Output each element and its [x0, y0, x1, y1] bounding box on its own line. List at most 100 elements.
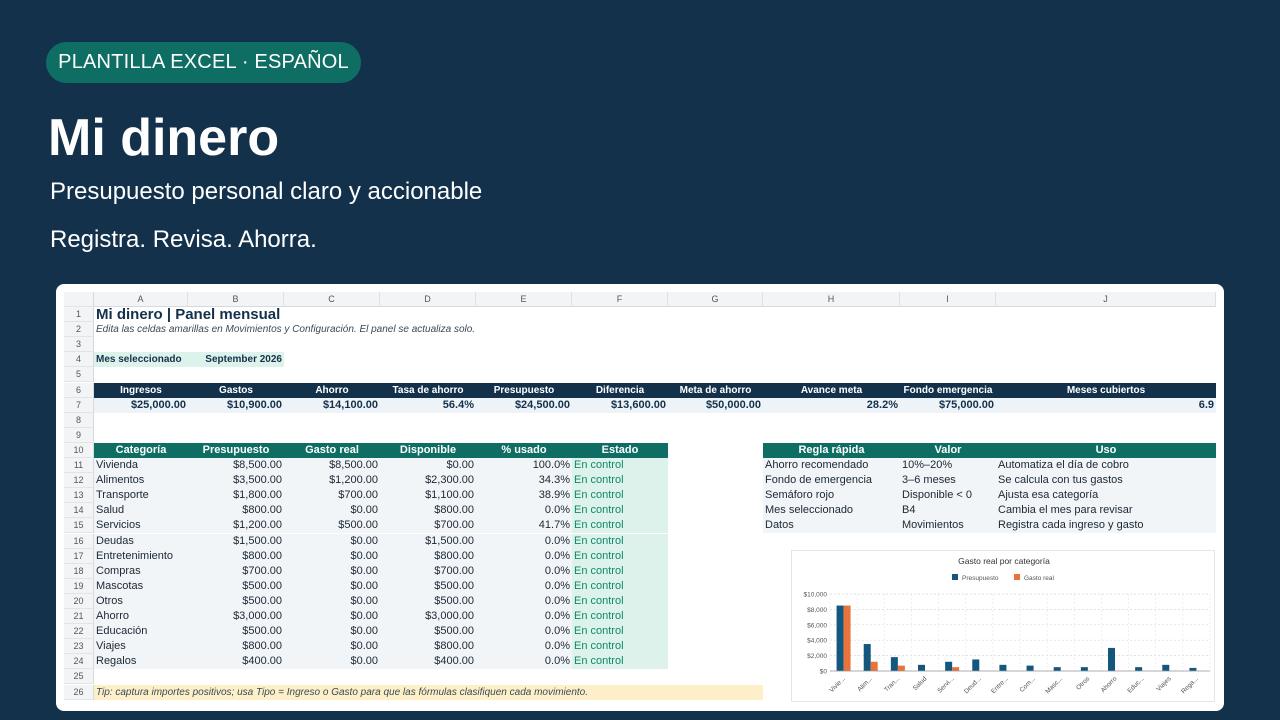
kpi-value[interactable]: $10,900.00 [188, 397, 284, 413]
table-cell[interactable]: $700.00 [380, 518, 476, 534]
kpi-header[interactable]: Ingresos [94, 382, 188, 398]
rules-cell[interactable]: Registra cada ingreso y gasto [996, 518, 1216, 534]
row-number[interactable]: 4 [64, 352, 94, 368]
row-number[interactable]: 19 [64, 578, 94, 594]
kpi-header[interactable]: Avance meta [763, 382, 900, 398]
table-cell[interactable]: $400.00 [380, 654, 476, 670]
kpi-header[interactable]: Fondo emergencia [900, 382, 996, 398]
column-header-i[interactable]: I [900, 292, 996, 307]
table-cell[interactable]: Deudas [94, 533, 188, 549]
table-cell[interactable]: En control [572, 639, 668, 655]
kpi-value[interactable]: 28.2% [763, 397, 900, 413]
table-cell[interactable]: Entretenimiento [94, 548, 188, 564]
table-cell[interactable]: 0.0% [476, 563, 572, 579]
table-cell[interactable]: $0.00 [284, 639, 380, 655]
table-cell[interactable]: $800.00 [188, 548, 284, 564]
panel-title[interactable]: Mi dinero | Panel mensual [94, 307, 572, 322]
rules-cell[interactable]: 3–6 meses [900, 473, 996, 489]
kpi-value[interactable]: $25,000.00 [94, 397, 188, 413]
row-number[interactable]: 21 [64, 609, 94, 624]
table-cell[interactable]: $0.00 [284, 624, 380, 640]
table-cell[interactable]: $0.00 [380, 458, 476, 473]
table-header[interactable]: Categoría [94, 442, 188, 458]
table-cell[interactable]: 0.0% [476, 593, 572, 609]
table-cell[interactable]: $800.00 [380, 639, 476, 655]
table-cell[interactable]: $800.00 [188, 639, 284, 655]
table-header[interactable]: Gasto real [284, 442, 380, 458]
table-cell[interactable]: Alimentos [94, 473, 188, 489]
row-number[interactable]: 15 [64, 518, 94, 534]
table-cell[interactable]: 0.0% [476, 578, 572, 594]
table-cell[interactable]: $0.00 [284, 593, 380, 609]
table-cell[interactable]: $3,500.00 [188, 473, 284, 489]
table-cell[interactable]: 0.0% [476, 533, 572, 549]
table-cell[interactable]: En control [572, 518, 668, 534]
kpi-header[interactable]: Meses cubiertos [996, 382, 1216, 398]
kpi-value[interactable]: 6.9 [996, 397, 1216, 413]
rules-cell[interactable]: B4 [900, 503, 996, 519]
table-cell[interactable]: Ahorro [94, 609, 188, 624]
table-cell[interactable]: Mascotas [94, 578, 188, 594]
row-number[interactable]: 18 [64, 563, 94, 579]
kpi-value[interactable]: $75,000.00 [900, 397, 996, 413]
table-cell[interactable]: Educación [94, 624, 188, 640]
rules-cell[interactable]: Automatiza el día de cobro [996, 458, 1216, 473]
row-number[interactable]: 5 [64, 367, 94, 383]
table-cell[interactable]: $800.00 [380, 548, 476, 564]
rules-cell[interactable]: Ahorro recomendado [763, 458, 900, 473]
kpi-value[interactable]: $14,100.00 [284, 397, 380, 413]
row-number[interactable]: 9 [64, 427, 94, 443]
table-cell[interactable]: $700.00 [380, 563, 476, 579]
rules-header[interactable]: Valor [900, 442, 996, 458]
kpi-value[interactable]: $50,000.00 [668, 397, 763, 413]
table-cell[interactable]: En control [572, 654, 668, 670]
table-cell[interactable]: $500.00 [380, 593, 476, 609]
kpi-header[interactable]: Presupuesto [476, 382, 572, 398]
table-cell[interactable]: $500.00 [188, 624, 284, 640]
table-cell[interactable]: En control [572, 609, 668, 624]
table-cell[interactable]: Vivienda [94, 458, 188, 473]
table-header[interactable]: % usado [476, 442, 572, 458]
column-header-f[interactable]: F [572, 292, 668, 307]
table-cell[interactable]: 0.0% [476, 609, 572, 624]
table-cell[interactable]: En control [572, 578, 668, 594]
table-cell[interactable]: En control [572, 593, 668, 609]
table-cell[interactable]: Salud [94, 503, 188, 519]
table-cell[interactable]: En control [572, 624, 668, 640]
kpi-value[interactable]: $13,600.00 [572, 397, 668, 413]
table-cell[interactable]: $500.00 [188, 593, 284, 609]
table-cell[interactable]: $0.00 [284, 563, 380, 579]
table-cell[interactable]: $3,000.00 [380, 609, 476, 624]
row-number[interactable]: 8 [64, 412, 94, 428]
table-cell[interactable]: Servicios [94, 518, 188, 534]
table-cell[interactable]: En control [572, 488, 668, 504]
table-cell[interactable]: Regalos [94, 654, 188, 670]
row-number[interactable]: 7 [64, 397, 94, 413]
kpi-value[interactable]: $24,500.00 [476, 397, 572, 413]
table-cell[interactable]: $700.00 [284, 488, 380, 504]
rules-cell[interactable]: Se calcula con tus gastos [996, 473, 1216, 489]
table-cell[interactable]: $3,000.00 [188, 609, 284, 624]
table-cell[interactable]: 0.0% [476, 624, 572, 640]
table-cell[interactable]: $8,500.00 [284, 458, 380, 473]
table-cell[interactable]: $1,800.00 [188, 488, 284, 504]
row-number[interactable]: 20 [64, 593, 94, 609]
row-number[interactable]: 24 [64, 654, 94, 670]
rules-cell[interactable]: 10%–20% [900, 458, 996, 473]
table-cell[interactable]: $500.00 [380, 624, 476, 640]
rules-header[interactable]: Regla rápida [763, 442, 900, 458]
table-cell[interactable]: $800.00 [188, 503, 284, 519]
kpi-header[interactable]: Diferencia [572, 382, 668, 398]
rules-cell[interactable]: Movimientos [900, 518, 996, 534]
table-cell[interactable]: 100.0% [476, 458, 572, 473]
kpi-header[interactable]: Gastos [188, 382, 284, 398]
tip-note[interactable]: Tip: captura importes positivos; usa Tip… [94, 684, 763, 700]
table-cell[interactable]: En control [572, 473, 668, 489]
kpi-header[interactable]: Ahorro [284, 382, 380, 398]
column-header-e[interactable]: E [476, 292, 572, 307]
table-cell[interactable]: $0.00 [284, 654, 380, 670]
rules-cell[interactable]: Disponible < 0 [900, 488, 996, 504]
table-cell[interactable]: $0.00 [284, 533, 380, 549]
row-number[interactable]: 13 [64, 488, 94, 504]
table-cell[interactable]: Compras [94, 563, 188, 579]
